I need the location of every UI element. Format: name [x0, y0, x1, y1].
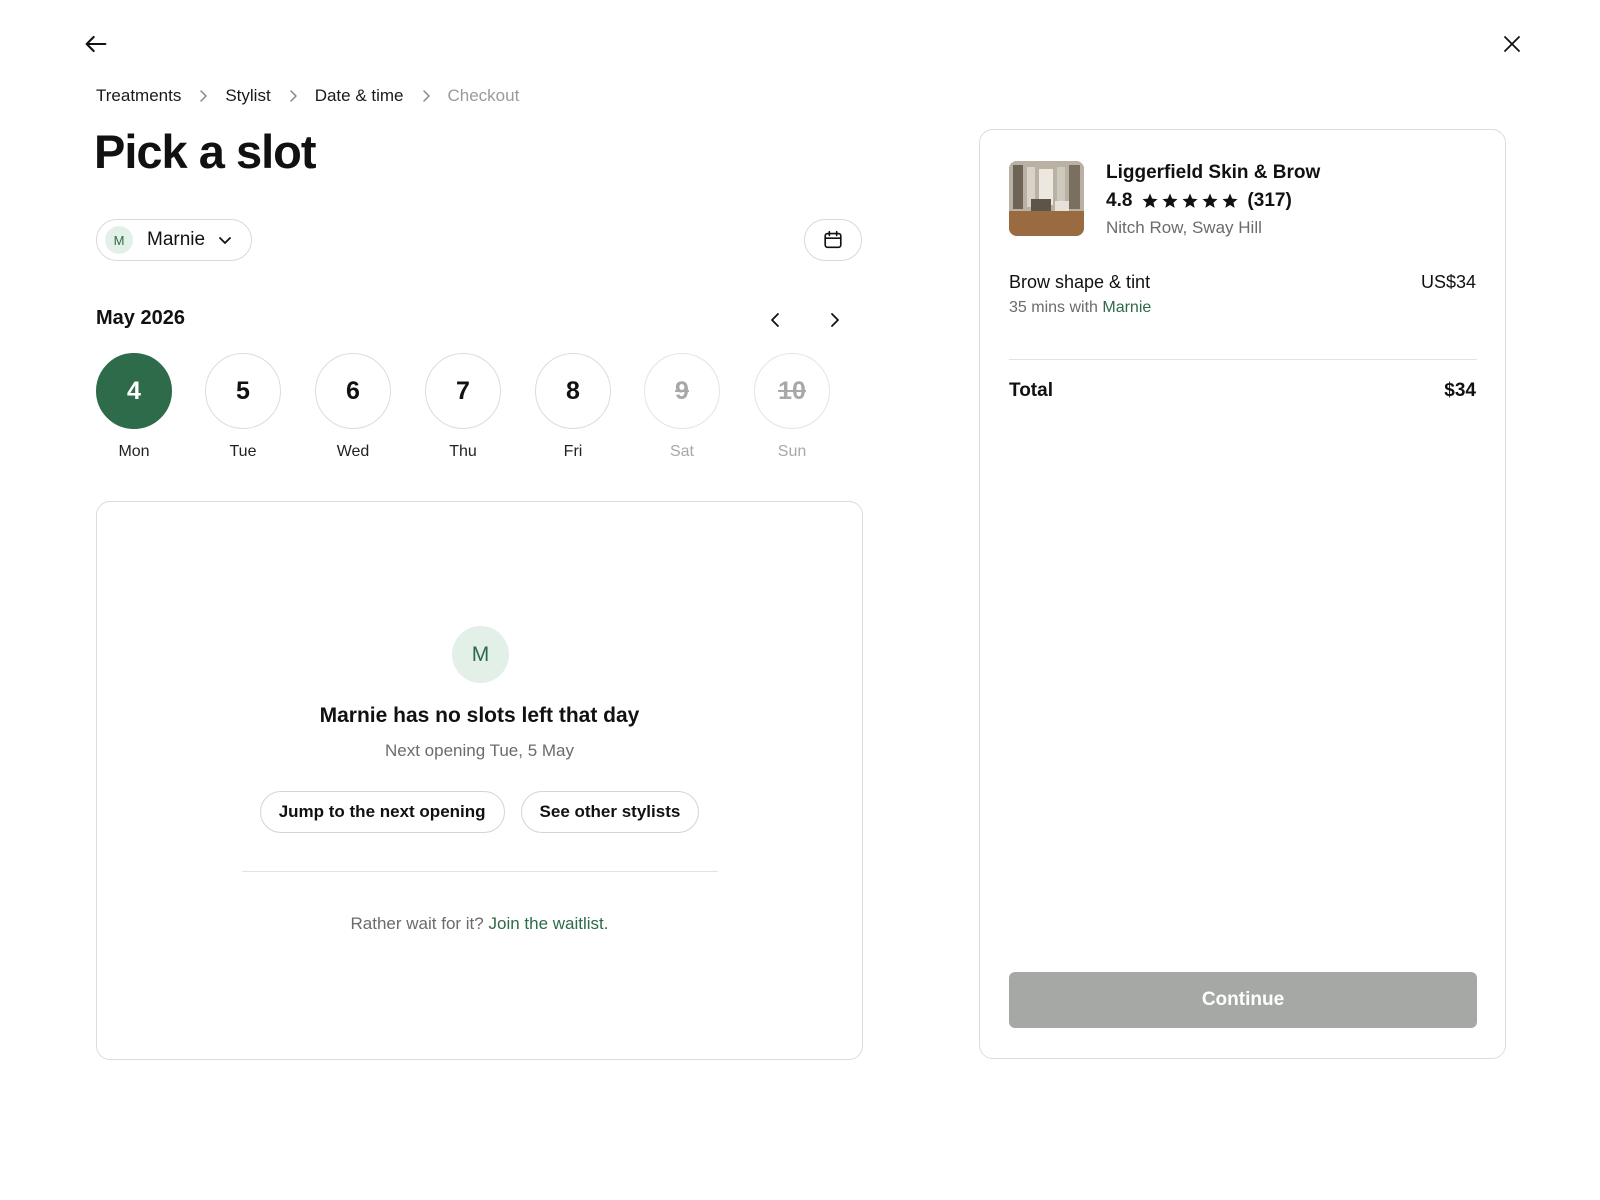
rating-value: 4.8 [1106, 190, 1133, 211]
day-option[interactable]: 4 Mon [96, 353, 172, 461]
join-waitlist-link[interactable]: Join the waitlist. [488, 914, 608, 933]
chevron-right-icon [288, 89, 298, 103]
total-value: $34 [1444, 380, 1476, 401]
calendar-button[interactable] [804, 219, 862, 261]
slot-panel: M Marnie has no slots left that day Next… [96, 501, 863, 1060]
total-label: Total [1009, 380, 1053, 401]
breadcrumb-date-time[interactable]: Date & time [315, 86, 404, 106]
day-option[interactable]: 5 Tue [205, 353, 281, 461]
day-option[interactable]: 6 Wed [315, 353, 391, 461]
breadcrumb-checkout: Checkout [447, 86, 520, 105]
day-number: 5 [205, 353, 281, 429]
chevron-down-icon [217, 232, 233, 248]
day-number: 7 [425, 353, 501, 429]
see-other-stylists-button[interactable]: See other stylists [520, 791, 700, 833]
venue-photo [1009, 161, 1084, 236]
star-icon [1142, 193, 1158, 208]
breadcrumb-stylist[interactable]: Stylist [225, 86, 270, 106]
next-week-button[interactable] [818, 300, 850, 340]
no-slots-title: Marnie has no slots left that day [319, 704, 640, 727]
chevron-right-icon [831, 313, 839, 327]
day-number: 6 [315, 353, 391, 429]
close-button[interactable] [1492, 24, 1532, 64]
stylist-avatar: M [105, 226, 133, 254]
stylist-name: Marnie [147, 229, 206, 250]
day-number: 8 [535, 353, 611, 429]
divider [1009, 359, 1477, 360]
service-stylist: Marnie [1102, 299, 1152, 316]
service-duration: 35 mins with [1009, 299, 1098, 316]
next-opening-text: Next opening Tue, 5 May [384, 741, 574, 760]
business-name: Liggerfield Skin & Brow [1106, 162, 1321, 183]
star-icon [1162, 193, 1178, 208]
empty-state-actions: Jump to the next opening See other styli… [97, 791, 862, 833]
page-title: Pick a slot [94, 125, 316, 178]
day-option[interactable]: 8 Fri [535, 353, 611, 461]
waitlist-text: Rather wait for it? Join the waitlist. [97, 914, 862, 934]
rating-row: 4.8 (317) [1106, 190, 1292, 212]
stylist-avatar-large: M [452, 626, 509, 683]
day-label: Mon [118, 443, 150, 460]
star-icon [1182, 193, 1198, 208]
back-button[interactable] [76, 24, 116, 64]
day-label: Thu [449, 443, 477, 460]
service-detail: 35 mins with Marnie [1009, 299, 1151, 317]
continue-button[interactable]: Continue [1009, 972, 1477, 1028]
stylist-select[interactable]: M Marnie [96, 219, 252, 261]
jump-next-opening-button[interactable]: Jump to the next opening [259, 791, 505, 833]
chevron-right-icon [198, 89, 208, 103]
day-label: Sat [669, 443, 694, 460]
arrow-left-icon [85, 35, 107, 53]
day-number: 9 [644, 353, 720, 429]
day-label: Wed [336, 443, 370, 460]
close-icon [1504, 36, 1520, 52]
review-count[interactable]: (317) [1247, 190, 1291, 212]
day-option[interactable]: 7 Thu [425, 353, 501, 461]
breadcrumb-treatments[interactable]: Treatments [96, 86, 181, 106]
day-label: Tue [229, 443, 257, 460]
month-label: May 2026 [96, 307, 185, 329]
booking-summary: Liggerfield Skin & Brow 4.8 (317) Nitch … [979, 129, 1506, 1059]
prev-week-button[interactable] [760, 300, 792, 340]
business-address: Nitch Row, Sway Hill [1106, 218, 1262, 237]
day-number: 4 [96, 353, 172, 429]
star-icon [1202, 193, 1218, 208]
service-price: US$34 [1420, 272, 1476, 292]
chevron-right-icon [421, 89, 431, 103]
day-label: Sun [777, 443, 807, 460]
divider [242, 871, 718, 872]
waitlist-prefix: Rather wait for it? [350, 914, 484, 933]
star-icon [1222, 193, 1238, 208]
breadcrumb: Treatments Stylist Date & time Checkout [96, 86, 519, 106]
day-option: 10 Sun [754, 353, 830, 461]
star-rating [1141, 192, 1239, 210]
day-label: Fri [563, 443, 583, 460]
chevron-left-icon [771, 313, 779, 327]
day-number: 10 [754, 353, 830, 429]
calendar-icon [824, 230, 842, 249]
day-option: 9 Sat [644, 353, 720, 461]
service-name: Brow shape & tint [1009, 272, 1151, 292]
